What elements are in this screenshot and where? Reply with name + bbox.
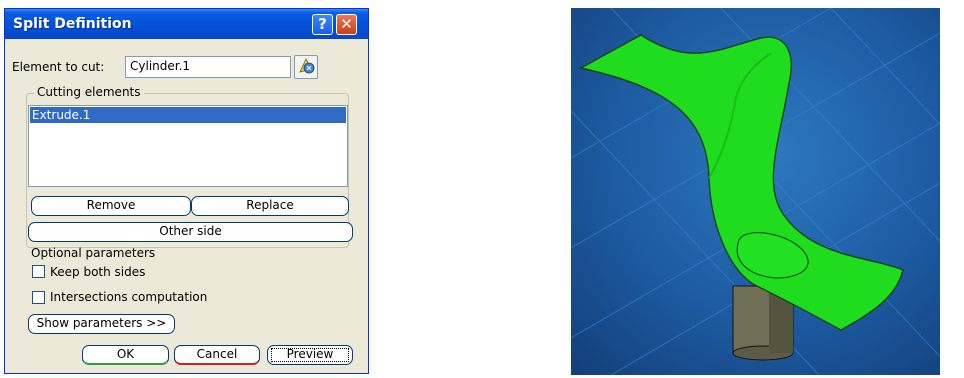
intersections-computation-checkbox[interactable] — [32, 291, 45, 304]
keep-both-sides-checkbox[interactable] — [32, 265, 45, 278]
close-button[interactable]: ✕ — [336, 14, 357, 35]
other-side-label: Other side — [159, 224, 222, 238]
dialog-title: Split Definition — [13, 16, 132, 32]
keep-both-sides-label: Keep both sides — [50, 265, 146, 279]
3d-viewport[interactable] — [571, 8, 940, 375]
cutting-elements-label: Cutting elements — [34, 85, 144, 99]
preview-label: Preview — [286, 347, 334, 361]
cutting-elements-list[interactable]: Extrude.1 — [28, 105, 348, 187]
element-to-cut-label: Element to cut: — [12, 60, 105, 74]
cancel-label: Cancel — [196, 347, 238, 361]
replace-button[interactable]: Replace — [191, 196, 349, 216]
show-parameters-label: Show parameters >> — [36, 316, 167, 330]
ok-label: OK — [116, 347, 135, 361]
element-to-cut-field[interactable]: Cylinder.1 — [125, 56, 291, 78]
list-item[interactable]: Extrude.1 — [30, 107, 346, 123]
optional-parameters-label: Optional parameters — [31, 246, 156, 260]
selector-icon — [299, 58, 315, 74]
intersections-computation-label: Intersections computation — [50, 290, 208, 304]
show-parameters-button[interactable]: Show parameters >> — [28, 314, 175, 334]
element-selector-button[interactable] — [294, 55, 318, 79]
remove-button[interactable]: Remove — [31, 196, 191, 216]
title-bar[interactable]: Split Definition ? ✕ — [5, 9, 368, 39]
element-to-cut-value: Cylinder.1 — [130, 59, 191, 73]
ok-button[interactable]: OK — [82, 345, 169, 365]
replace-label: Replace — [246, 198, 294, 212]
viewport-scene — [571, 8, 940, 375]
remove-label: Remove — [86, 198, 136, 212]
preview-button[interactable]: Preview — [267, 345, 353, 365]
other-side-button[interactable]: Other side — [28, 222, 353, 242]
cancel-button[interactable]: Cancel — [174, 345, 260, 365]
close-icon: ✕ — [340, 15, 353, 33]
help-button[interactable]: ? — [312, 14, 333, 35]
help-icon: ? — [318, 15, 327, 33]
